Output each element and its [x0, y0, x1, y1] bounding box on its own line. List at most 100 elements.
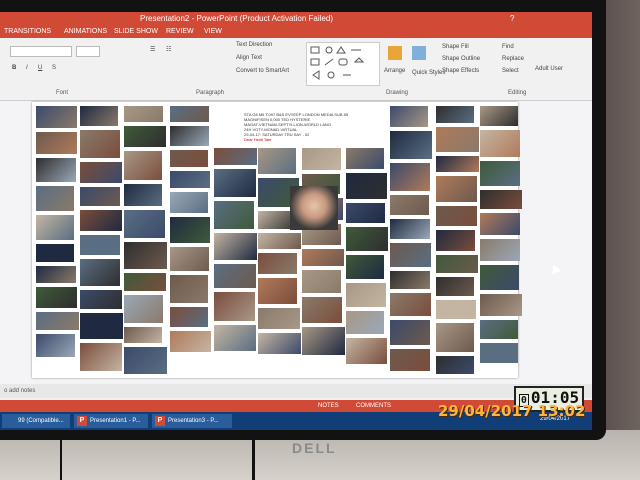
tab-animations[interactable]: ANIMATIONS [64, 26, 107, 38]
notes-button[interactable]: NOTES [318, 400, 339, 412]
photo-thumbnail[interactable] [124, 327, 162, 343]
photo-thumbnail[interactable] [480, 190, 522, 209]
photo-thumbnail[interactable] [124, 347, 167, 374]
photo-thumbnail[interactable] [36, 287, 77, 308]
photo-thumbnail[interactable] [36, 312, 79, 330]
photo-thumbnail[interactable] [346, 227, 388, 251]
photo-thumbnail[interactable] [170, 307, 208, 327]
photo-thumbnail[interactable] [170, 126, 209, 146]
taskbar-item[interactable]: 99 (Compatible... [2, 414, 70, 428]
photo-thumbnail[interactable] [258, 278, 297, 304]
photo-thumbnail[interactable] [480, 343, 518, 363]
photo-thumbnail[interactable] [36, 158, 76, 182]
photo-thumbnail[interactable] [436, 277, 474, 296]
tab-transitions[interactable]: TRANSITIONS [4, 26, 51, 38]
photo-thumbnail[interactable] [258, 233, 301, 249]
photo-thumbnail[interactable] [390, 131, 432, 159]
tab-review[interactable]: REVIEW [166, 26, 194, 38]
photo-thumbnail[interactable] [436, 176, 477, 202]
photo-thumbnail[interactable] [214, 233, 257, 260]
photo-thumbnail[interactable] [80, 210, 122, 231]
text-direction-button[interactable]: Text Direction [236, 42, 272, 48]
photo-thumbnail[interactable] [80, 130, 120, 158]
taskbar-item[interactable]: P Presentation3 - P... [152, 414, 232, 428]
photo-thumbnail[interactable] [480, 294, 522, 316]
photo-thumbnail[interactable] [302, 148, 341, 170]
arrange-button[interactable]: Arrange [384, 68, 405, 74]
replace-button[interactable]: Replace [502, 56, 524, 62]
help-button[interactable]: ? [510, 12, 514, 26]
photo-thumbnail[interactable] [124, 210, 165, 238]
photo-thumbnail[interactable] [480, 265, 519, 290]
photo-thumbnail[interactable] [346, 148, 384, 169]
photo-thumbnail[interactable] [302, 327, 345, 355]
photo-thumbnail[interactable] [480, 320, 518, 339]
photo-thumbnail[interactable] [390, 106, 428, 127]
shape-fill-button[interactable]: Shape Fill [442, 44, 469, 50]
find-button[interactable]: Find [502, 44, 514, 50]
photo-thumbnail[interactable] [170, 247, 209, 271]
photo-thumbnail[interactable] [80, 259, 120, 286]
photo-thumbnail[interactable] [80, 162, 122, 183]
photo-thumbnail[interactable] [258, 253, 297, 274]
photo-thumbnail[interactable] [170, 192, 208, 213]
photo-thumbnail[interactable] [170, 150, 208, 167]
photo-thumbnail[interactable] [480, 213, 520, 235]
photo-thumbnail[interactable] [170, 217, 210, 243]
photo-thumbnail[interactable] [480, 161, 520, 186]
central-portrait-photo[interactable] [290, 186, 338, 230]
photo-thumbnail[interactable] [124, 184, 162, 206]
numbering-button[interactable]: ☷ [166, 46, 171, 53]
photo-thumbnail[interactable] [124, 273, 166, 291]
notes-area[interactable]: o add notes [0, 384, 592, 398]
photo-thumbnail[interactable] [390, 219, 430, 239]
photo-thumbnail[interactable] [124, 242, 167, 269]
photo-thumbnail[interactable] [36, 215, 74, 240]
photo-thumbnail[interactable] [390, 293, 431, 316]
photo-thumbnail[interactable] [36, 244, 74, 262]
slide-canvas[interactable]: STA G8 M5 T.097 B&S EVYEEP LONDON MEDIA … [32, 102, 522, 378]
photo-thumbnail[interactable] [390, 195, 429, 215]
select-button[interactable]: Select [502, 68, 519, 74]
photo-thumbnail[interactable] [36, 266, 76, 283]
photo-thumbnail[interactable] [80, 187, 120, 206]
photo-thumbnail[interactable] [480, 130, 520, 157]
photo-thumbnail[interactable] [170, 106, 209, 122]
tab-slide-show[interactable]: SLIDE SHOW [114, 26, 158, 38]
tab-view[interactable]: VIEW [204, 26, 222, 38]
photo-thumbnail[interactable] [346, 203, 385, 223]
underline-button[interactable]: U [38, 65, 42, 71]
photo-thumbnail[interactable] [390, 243, 431, 267]
photo-thumbnail[interactable] [36, 132, 77, 154]
photo-thumbnail[interactable] [80, 313, 123, 339]
photo-thumbnail[interactable] [214, 292, 255, 321]
photo-thumbnail[interactable] [346, 255, 384, 279]
photo-thumbnail[interactable] [214, 325, 256, 351]
photo-thumbnail[interactable] [480, 239, 520, 261]
photo-thumbnail[interactable] [258, 333, 301, 354]
photo-thumbnail[interactable] [214, 148, 257, 165]
photo-thumbnail[interactable] [36, 106, 77, 128]
photo-thumbnail[interactable] [170, 331, 211, 352]
photo-thumbnail[interactable] [124, 295, 163, 323]
photo-thumbnail[interactable] [390, 163, 430, 191]
photo-thumbnail[interactable] [480, 106, 518, 126]
photo-thumbnail[interactable] [36, 334, 75, 357]
photo-thumbnail[interactable] [436, 106, 474, 123]
photo-thumbnail[interactable] [302, 249, 344, 266]
photo-thumbnail[interactable] [436, 356, 474, 374]
shape-effects-button[interactable]: Shape Effects [442, 68, 479, 74]
photo-thumbnail[interactable] [214, 169, 256, 197]
photo-thumbnail[interactable] [80, 235, 120, 255]
photo-thumbnail[interactable] [436, 206, 477, 226]
user-name[interactable]: Adult User [535, 66, 563, 72]
photo-thumbnail[interactable] [390, 320, 430, 345]
photo-thumbnail[interactable] [124, 151, 162, 180]
photo-thumbnail[interactable] [124, 106, 163, 122]
shape-outline-button[interactable]: Shape Outline [442, 56, 480, 62]
photo-thumbnail[interactable] [36, 186, 74, 211]
photo-thumbnail[interactable] [436, 300, 476, 319]
bullets-button[interactable]: ☰ [150, 46, 155, 53]
photo-thumbnail[interactable] [436, 156, 479, 172]
font-size-field[interactable] [76, 46, 100, 57]
